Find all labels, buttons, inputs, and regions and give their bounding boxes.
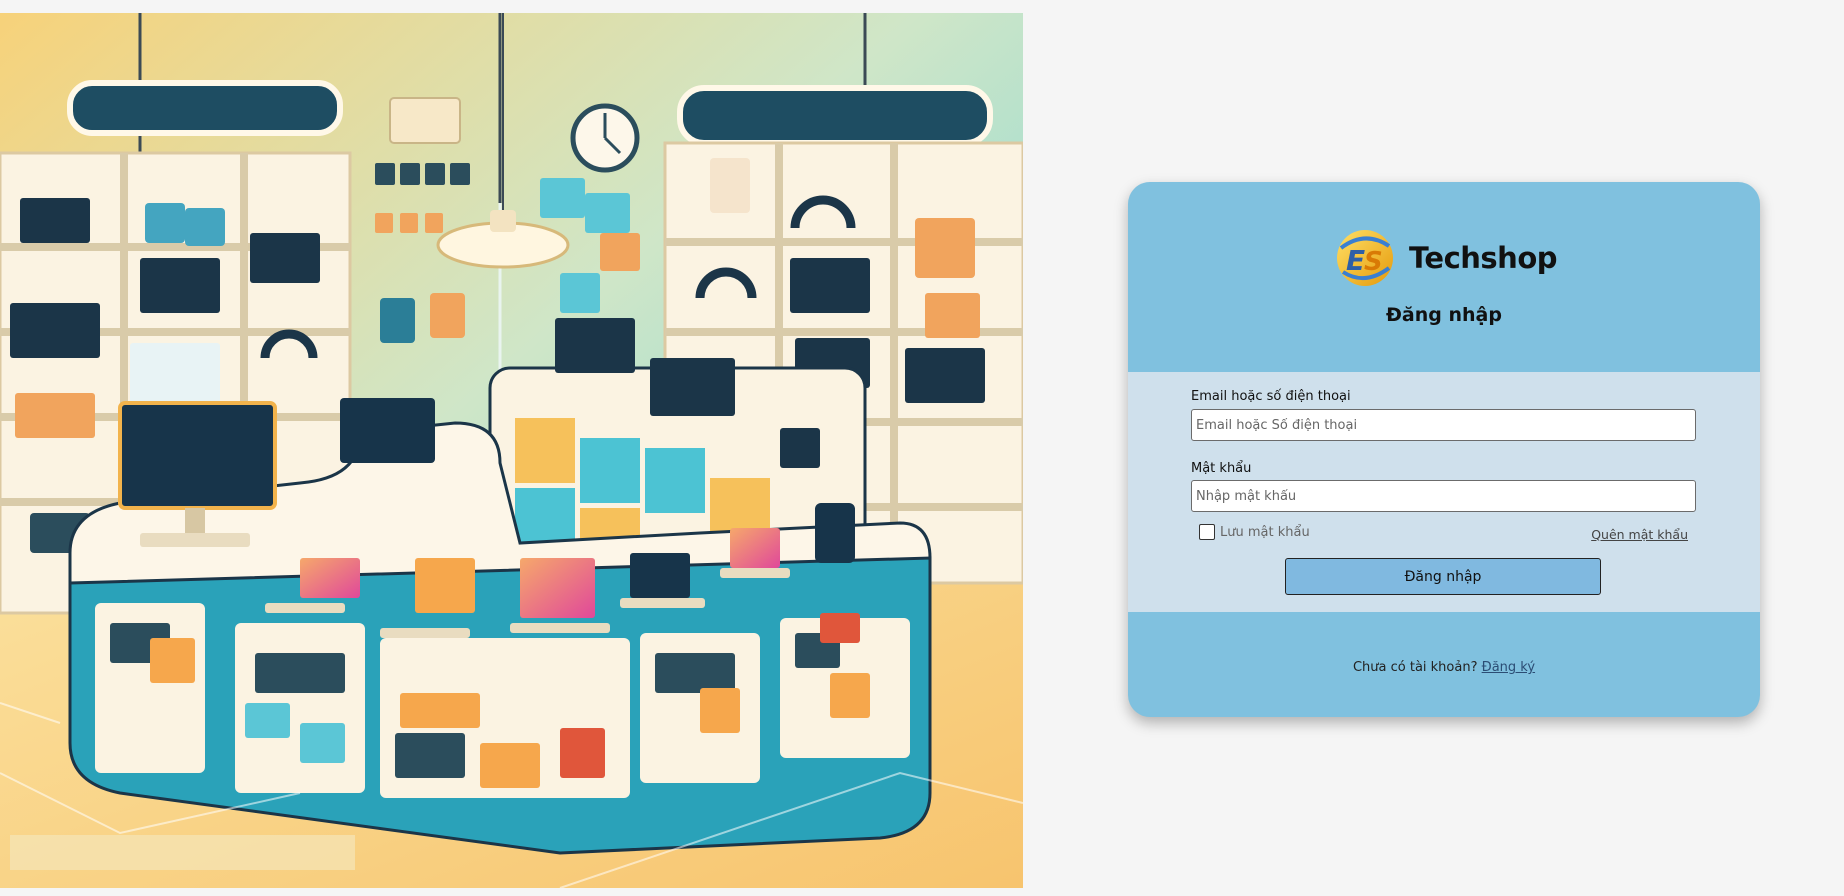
email-label: Email hoặc số điện thoại: [1191, 389, 1351, 404]
signup-prompt: Chưa có tài khoản? Đăng ký: [1128, 660, 1760, 675]
email-input[interactable]: [1191, 409, 1696, 441]
remember-label: Lưu mật khẩu: [1220, 524, 1310, 540]
login-card-footer: Chưa có tài khoản? Đăng ký: [1128, 612, 1760, 717]
remember-checkbox[interactable]: [1199, 524, 1215, 540]
store-illustration: [0, 13, 1023, 888]
login-card-header: E S Techshop Đăng nhập: [1128, 182, 1760, 372]
svg-text:S: S: [1364, 247, 1383, 277]
password-input[interactable]: [1191, 480, 1696, 512]
login-card: E S Techshop Đăng nhập Email hoặc số điệ…: [1128, 182, 1760, 717]
svg-text:E: E: [1346, 244, 1365, 277]
password-label: Mật khẩu: [1191, 461, 1252, 476]
brand: E S Techshop: [1128, 226, 1760, 290]
signup-link[interactable]: Đăng ký: [1482, 660, 1535, 675]
techshop-logo-icon: E S: [1336, 230, 1393, 286]
login-form: Email hoặc số điện thoại Mật khẩu Lưu mậ…: [1128, 372, 1760, 612]
remember-password-toggle[interactable]: Lưu mật khẩu: [1199, 524, 1310, 540]
store-illustration-art: [0, 13, 1023, 888]
forgot-password-link[interactable]: Quên mật khẩu: [1591, 527, 1688, 542]
brand-name: Techshop: [1408, 241, 1558, 275]
login-button[interactable]: Đăng nhập: [1285, 558, 1601, 595]
no-account-text: Chưa có tài khoản?: [1352, 660, 1478, 675]
page-title: Đăng nhập: [1386, 304, 1502, 326]
